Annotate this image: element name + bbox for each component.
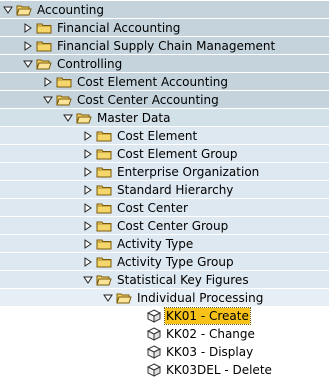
- tree-transaction-kk03del-delete[interactable]: KK03DEL - Delete: [0, 361, 329, 379]
- expanded-triangle-icon[interactable]: [83, 275, 93, 285]
- tree-node-activity-type[interactable]: Activity Type: [0, 235, 329, 253]
- tree-node-cost-center[interactable]: Cost Center: [0, 199, 329, 217]
- open-folder-icon: [76, 112, 92, 124]
- tree-node-cost-center-accounting[interactable]: Cost Center Accounting: [0, 91, 329, 109]
- collapsed-triangle-icon[interactable]: [23, 40, 33, 51]
- collapsed-triangle-icon[interactable]: [23, 22, 33, 33]
- tree-node-label: KK02 - Change: [166, 327, 255, 341]
- tree-node-financial-accounting[interactable]: Financial Accounting: [0, 19, 329, 37]
- collapsed-triangle-icon[interactable]: [83, 130, 93, 141]
- expanded-triangle-icon[interactable]: [103, 293, 113, 303]
- tree-node-label: KK03DEL - Delete: [166, 363, 272, 377]
- transaction-cube-icon: [146, 309, 162, 323]
- transaction-cube-icon: [146, 363, 162, 377]
- open-folder-icon: [16, 4, 32, 16]
- tree-node-financial-supply-chain-management[interactable]: Financial Supply Chain Management: [0, 37, 329, 55]
- tree-node-label: Standard Hierarchy: [117, 182, 234, 197]
- tree-node-label: KK01 - Create: [164, 307, 251, 325]
- tree-node-cost-element[interactable]: Cost Element: [0, 127, 329, 145]
- tree-node-label: Statistical Key Figures: [117, 272, 249, 287]
- collapsed-triangle-icon[interactable]: [83, 256, 93, 267]
- folder-icon: [96, 238, 112, 250]
- tree-node-statistical-key-figures[interactable]: Statistical Key Figures: [0, 271, 329, 289]
- tree-node-standard-hierarchy[interactable]: Standard Hierarchy: [0, 181, 329, 199]
- collapsed-triangle-icon[interactable]: [83, 220, 93, 231]
- tree-node-label: Activity Type: [117, 236, 194, 251]
- folder-icon: [56, 76, 72, 88]
- tree-transaction-kk02-change[interactable]: KK02 - Change: [0, 325, 329, 343]
- folder-icon: [96, 202, 112, 214]
- tree-node-enterprise-organization[interactable]: Enterprise Organization: [0, 163, 329, 181]
- tree-transaction-kk01-create[interactable]: KK01 - Create: [0, 307, 329, 325]
- expanded-triangle-icon[interactable]: [3, 5, 13, 15]
- folder-icon: [96, 130, 112, 142]
- folder-icon: [96, 166, 112, 178]
- transaction-cube-icon: [146, 327, 162, 341]
- tree-node-controlling[interactable]: Controlling: [0, 55, 329, 73]
- tree-node-label: Cost Element Group: [117, 146, 238, 161]
- open-folder-icon: [96, 274, 112, 286]
- tree-node-label: Controlling: [57, 56, 123, 71]
- tree-node-label: Accounting: [37, 2, 105, 17]
- collapsed-triangle-icon[interactable]: [83, 166, 93, 177]
- folder-icon: [96, 148, 112, 160]
- tree-node-label: Cost Center: [117, 200, 188, 215]
- expanded-triangle-icon[interactable]: [43, 95, 53, 105]
- tree-node-label: Financial Accounting: [57, 20, 181, 35]
- collapsed-triangle-icon[interactable]: [83, 238, 93, 249]
- folder-icon: [96, 220, 112, 232]
- tree-node-label: Cost Element Accounting: [77, 74, 228, 89]
- tree-node-accounting[interactable]: Accounting: [0, 1, 329, 19]
- folder-icon: [36, 22, 52, 34]
- tree-transaction-kk03-display[interactable]: KK03 - Display: [0, 343, 329, 361]
- tree-node-cost-element-group[interactable]: Cost Element Group: [0, 145, 329, 163]
- tree-node-cost-element-accounting[interactable]: Cost Element Accounting: [0, 73, 329, 91]
- expanded-triangle-icon[interactable]: [23, 59, 33, 69]
- open-folder-icon: [56, 94, 72, 106]
- tree-node-label: Cost Element: [117, 128, 198, 143]
- folder-icon: [36, 40, 52, 52]
- tree-node-label: Master Data: [97, 110, 171, 125]
- tree-node-individual-processing[interactable]: Individual Processing: [0, 289, 329, 307]
- tree-node-label: Cost Center Group: [117, 218, 229, 233]
- tree-node-activity-type-group[interactable]: Activity Type Group: [0, 253, 329, 271]
- tree-node-master-data[interactable]: Master Data: [0, 109, 329, 127]
- folder-icon: [96, 256, 112, 268]
- tree-node-label: Activity Type Group: [117, 254, 234, 269]
- expanded-triangle-icon[interactable]: [63, 113, 73, 123]
- collapsed-triangle-icon[interactable]: [83, 184, 93, 195]
- folder-icon: [96, 184, 112, 196]
- collapsed-triangle-icon[interactable]: [43, 76, 53, 87]
- sap-menu-tree: Accounting Financial Accounting Financial …: [0, 0, 329, 380]
- tree-node-label: Individual Processing: [137, 290, 264, 305]
- collapsed-triangle-icon[interactable]: [83, 148, 93, 159]
- tree-node-label: Financial Supply Chain Management: [57, 38, 276, 53]
- tree-node-label: KK03 - Display: [166, 345, 254, 359]
- tree-node-label: Enterprise Organization: [117, 164, 260, 179]
- transaction-cube-icon: [146, 345, 162, 359]
- open-folder-icon: [116, 292, 132, 304]
- tree-node-label: Cost Center Accounting: [77, 92, 219, 107]
- collapsed-triangle-icon[interactable]: [83, 202, 93, 213]
- tree-node-cost-center-group[interactable]: Cost Center Group: [0, 217, 329, 235]
- open-folder-icon: [36, 58, 52, 70]
